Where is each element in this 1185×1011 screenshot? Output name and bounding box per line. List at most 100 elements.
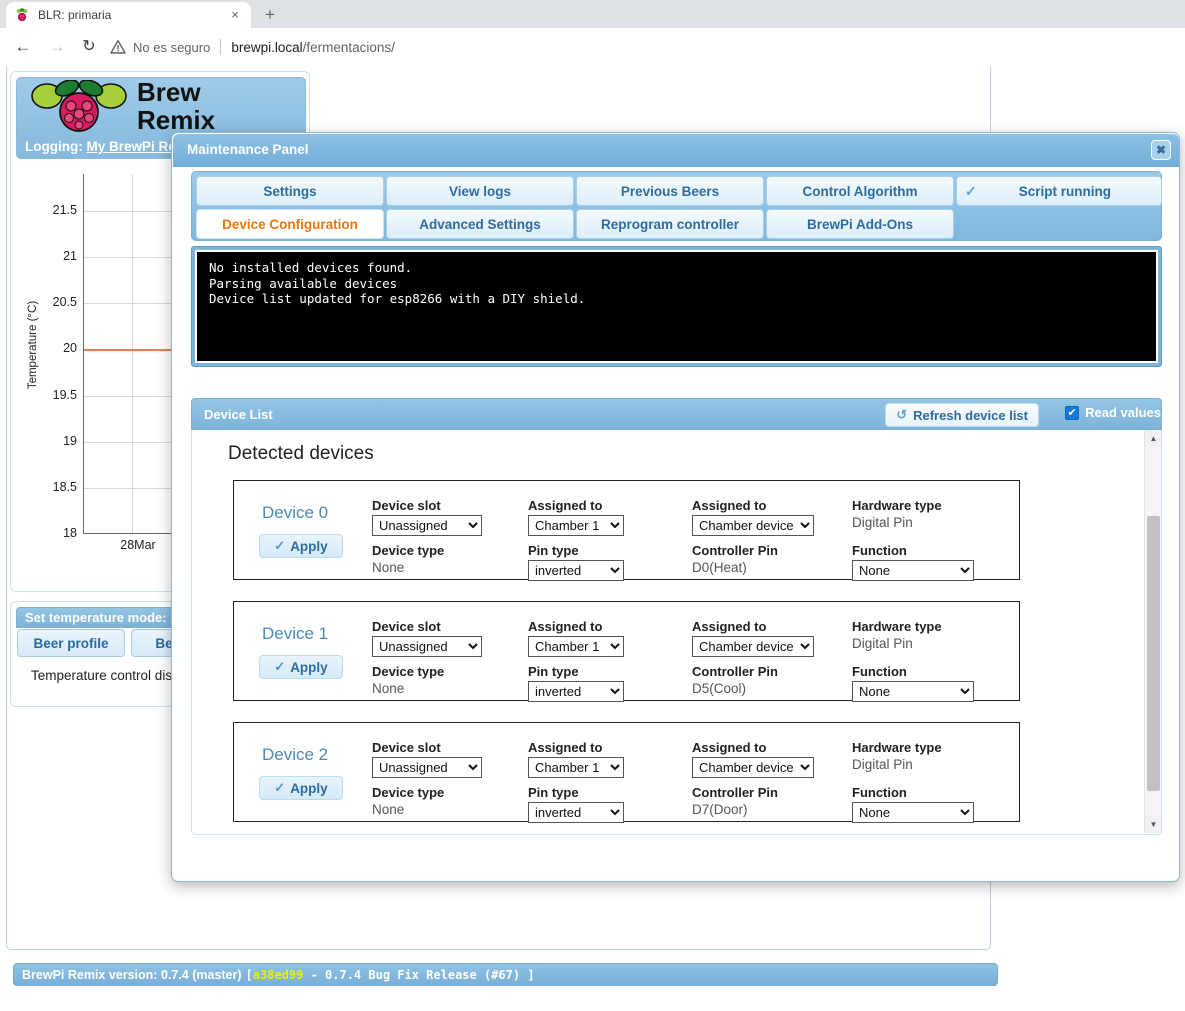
pin-type-field: Pin type inverted xyxy=(528,543,624,581)
device-slot-select[interactable]: Unassigned xyxy=(372,515,482,536)
tab-label: View logs xyxy=(448,183,512,199)
console-output-wrapper: No installed devices found. Parsing avail… xyxy=(191,246,1162,367)
device-type-field-label: Device type xyxy=(372,543,445,558)
device-slot-field-label: Device slot xyxy=(372,740,441,755)
device-list-scrollbar[interactable]: ▲ ▼ xyxy=(1144,430,1161,833)
version-text: BrewPi Remix version: 0.7.4 (master) xyxy=(22,967,242,982)
tab-label: Device Configuration xyxy=(222,216,358,232)
read-values-label: Read values xyxy=(1085,405,1161,420)
tab-control-algorithm[interactable]: Control Algorithm xyxy=(766,176,954,206)
controller-pin-value: D7(Door) xyxy=(692,802,748,817)
function-select[interactable]: None xyxy=(852,802,974,823)
new-tab-button[interactable]: + xyxy=(258,4,282,26)
chart-y-tick-label: 18.5 xyxy=(52,479,77,494)
refresh-device-list-label: Refresh device list xyxy=(913,407,1028,423)
console-line: No installed devices found. xyxy=(209,260,413,275)
tab-device-configuration[interactable]: Device Configuration xyxy=(196,209,384,239)
controller-pin-field-label: Controller Pin xyxy=(692,785,778,800)
tab-settings[interactable]: Settings xyxy=(196,176,384,206)
back-icon[interactable]: ← xyxy=(10,34,36,60)
apply-button[interactable]: ✓ Apply xyxy=(259,776,343,800)
assigned-chamber-select[interactable]: Chamber 1 xyxy=(528,636,624,657)
device-cards-container: Device 0 ✓ Apply Device slot Unassigned Assig… xyxy=(233,480,1020,833)
tab-label: Previous Beers xyxy=(620,183,720,199)
tab-label: BrewPi Add-Ons xyxy=(806,216,913,232)
modal-close-icon[interactable]: ✖ xyxy=(1151,140,1171,160)
controller-pin-field: Controller Pin D0(Heat) xyxy=(692,543,778,575)
check-icon: ✓ xyxy=(274,659,286,674)
browser-tab[interactable]: BLR: primaria × xyxy=(6,2,251,28)
function-select[interactable]: None xyxy=(852,560,974,581)
apply-button[interactable]: ✓ Apply xyxy=(259,655,343,679)
device-slot-field: Device slot Unassigned xyxy=(372,498,482,536)
assigned-chamber-field: Assigned to Chamber 1 xyxy=(528,619,624,657)
scrollbar-thumb[interactable] xyxy=(1147,516,1160,791)
device-slot-select[interactable]: Unassigned xyxy=(372,757,482,778)
chart-y-tick-label: 19 xyxy=(63,433,77,448)
apply-button[interactable]: ✓ Apply xyxy=(259,534,343,558)
assigned-device-select[interactable]: Chamber device xyxy=(692,757,814,778)
assigned-chamber-select[interactable]: Chamber 1 xyxy=(528,757,624,778)
chart-y-tick-label: 19.5 xyxy=(52,387,77,402)
assigned-device-field: Assigned to Chamber device xyxy=(692,740,814,778)
hardware-type-field: Hardware type Digital Pin xyxy=(852,740,942,772)
assigned-chamber-field-label: Assigned to xyxy=(528,740,603,755)
controller-pin-field: Controller Pin D7(Door) xyxy=(692,785,778,817)
hardware-type-field: Hardware type Digital Pin xyxy=(852,619,942,651)
device-slot-select[interactable]: Unassigned xyxy=(372,636,482,657)
bracket-close: ] xyxy=(527,967,535,982)
url-path: /fermentacions/ xyxy=(302,39,395,55)
wordmark-remix: Remix xyxy=(137,105,216,135)
device-slot-field-label: Device slot xyxy=(372,619,441,634)
assigned-device-select[interactable]: Chamber device xyxy=(692,636,814,657)
tab-view-logs[interactable]: View logs xyxy=(386,176,574,206)
wordmark-brew: Brew xyxy=(137,77,201,107)
function-field: Function None xyxy=(852,785,974,823)
tab-label: Settings xyxy=(263,183,317,199)
function-field-label: Function xyxy=(852,785,907,800)
browser-tab-title: BLR: primaria xyxy=(38,8,112,22)
device-type-field: Device type None xyxy=(372,543,444,575)
tab-reprogram-controller[interactable]: Reprogram controller xyxy=(576,209,764,239)
browser-chrome: BLR: primaria × + ← → ↻ No es seguro bre… xyxy=(0,0,1185,66)
hardware-type-field-label: Hardware type xyxy=(852,619,942,634)
device-slot-field-label: Device slot xyxy=(372,498,441,513)
close-icon[interactable]: × xyxy=(227,7,243,23)
tab-brewpi-add-ons[interactable]: BrewPi Add-Ons xyxy=(766,209,954,239)
tab-script-running[interactable]: ✓ Script running xyxy=(956,176,1162,206)
security-status-label: No es seguro xyxy=(133,39,211,55)
version-commit-hash: a38ed99 xyxy=(252,967,304,982)
hardware-type-value: Digital Pin xyxy=(852,757,913,772)
assigned-chamber-field-label: Assigned to xyxy=(528,498,603,513)
refresh-device-list-button[interactable]: ↺ Refresh device list xyxy=(885,403,1039,427)
scroll-down-icon[interactable]: ▼ xyxy=(1145,816,1161,833)
detected-devices-heading: Detected devices xyxy=(228,443,374,464)
hardware-type-field: Hardware type Digital Pin xyxy=(852,498,942,530)
chart-y-tick-label: 21.5 xyxy=(52,202,77,217)
device-card: Device 1 ✓ Apply Device slot Unassigned Assig… xyxy=(233,601,1020,702)
assigned-device-field: Assigned to Chamber device xyxy=(692,619,814,657)
scroll-up-icon[interactable]: ▲ xyxy=(1145,430,1161,447)
assigned-chamber-select[interactable]: Chamber 1 xyxy=(528,515,624,536)
assigned-device-field-label: Assigned to xyxy=(692,740,767,755)
device-list-body: Detected devices Device 0 ✓ Apply Device sl… xyxy=(191,430,1162,835)
check-icon: ✓ xyxy=(274,780,286,795)
device-list-viewport: Detected devices Device 0 ✓ Apply Device sl… xyxy=(192,430,1129,833)
chart-y-tick-label: 21 xyxy=(63,249,77,264)
device-name: Device 1 xyxy=(262,624,329,643)
read-values-checkbox[interactable]: ✔ Read values xyxy=(1065,405,1161,420)
assigned-device-select[interactable]: Chamber device xyxy=(692,515,814,536)
reload-icon[interactable]: ↻ xyxy=(76,34,102,60)
function-select[interactable]: None xyxy=(852,681,974,702)
pin-type-select[interactable]: inverted xyxy=(528,681,624,702)
tab-previous-beers[interactable]: Previous Beers xyxy=(576,176,764,206)
pin-type-select[interactable]: inverted xyxy=(528,560,624,581)
assigned-device-field-label: Assigned to xyxy=(692,498,767,513)
mode-tab-beer-profile[interactable]: Beer profile xyxy=(17,629,125,657)
tab-advanced-settings[interactable]: Advanced Settings xyxy=(386,209,574,239)
pin-type-select[interactable]: inverted xyxy=(528,802,624,823)
controller-pin-value: D0(Heat) xyxy=(692,560,747,575)
device-type-field: Device type None xyxy=(372,664,444,696)
hardware-type-field-label: Hardware type xyxy=(852,498,942,513)
address-bar[interactable]: No es seguro brewpi.local/fermentacions/ xyxy=(110,33,1170,61)
